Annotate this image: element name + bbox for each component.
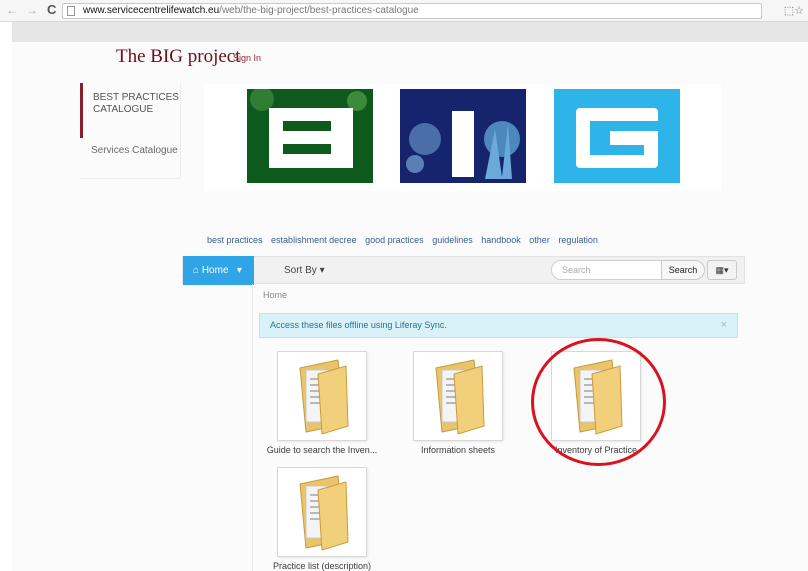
browser-window: ← → C www.servicecentrelifewatch.eu/web/… [0, 0, 808, 571]
tag-link[interactable]: guidelines [432, 235, 473, 245]
sort-by-label: Sort By [284, 265, 317, 276]
sync-alert: Access these files offline using Liferay… [259, 313, 738, 338]
folder-title[interactable]: Guide to search the Inven... [263, 445, 381, 455]
folder-icon[interactable] [413, 351, 503, 441]
page-icon [67, 6, 75, 16]
display-style-button[interactable]: ▦▾ [707, 260, 737, 280]
sidenav-item-best-practices[interactable]: BEST PRACTICES CATALOGUE [80, 83, 180, 138]
top-band [12, 22, 808, 42]
logo-tile-i [400, 89, 526, 183]
left-column [182, 284, 253, 571]
folder-icon[interactable] [277, 351, 367, 441]
tag-cloud: best practices establishment decree good… [207, 235, 604, 245]
tag-link[interactable]: best practices [207, 235, 263, 245]
folder-entry[interactable]: Guide to search the Inven... [263, 351, 381, 455]
tag-link[interactable]: establishment decree [271, 235, 357, 245]
folder-icon[interactable] [277, 467, 367, 557]
search-input[interactable]: Search [551, 260, 662, 280]
documents-toolbar: ⌂ Home ▾ Sort By ▾ Search Search ▦▾ [182, 256, 745, 285]
home-icon: ⌂ [193, 265, 200, 276]
logo-tile-g [554, 89, 680, 183]
caret-down-icon: ▾ [319, 265, 325, 276]
home-button[interactable]: ⌂ Home ▾ [183, 256, 254, 285]
browser-toolbar: ← → C www.servicecentrelifewatch.eu/web/… [0, 0, 808, 22]
highlight-circle [531, 338, 666, 466]
breadcrumb[interactable]: Home [263, 290, 287, 300]
folder-title[interactable]: Information sheets [399, 445, 517, 455]
folder-title[interactable]: Practice list (description) [263, 561, 381, 571]
home-label: Home [201, 265, 229, 276]
side-navigation: BEST PRACTICES CATALOGUE Services Catalo… [80, 83, 181, 179]
close-icon[interactable]: × [721, 314, 727, 337]
search-button[interactable]: Search [661, 260, 705, 280]
address-bar[interactable]: www.servicecentrelifewatch.eu/web/the-bi… [62, 3, 762, 19]
tag-link[interactable]: good practices [365, 235, 424, 245]
reload-icon[interactable]: C [47, 3, 56, 17]
tag-link[interactable]: regulation [558, 235, 598, 245]
back-arrow-icon[interactable]: ← [6, 3, 18, 17]
site-title[interactable]: The BIG project [116, 46, 241, 68]
folder-entry[interactable]: Practice list (description) [263, 467, 381, 571]
sign-in-link[interactable]: Sign In [233, 53, 261, 63]
logo-tile-b [247, 89, 373, 183]
sort-by-dropdown[interactable]: Sort By ▾ [284, 265, 325, 276]
tag-link[interactable]: handbook [481, 235, 521, 245]
alert-text: Access these files offline using Liferay… [270, 320, 447, 330]
folder-entry[interactable]: Information sheets [399, 351, 517, 455]
tag-link[interactable]: other [529, 235, 550, 245]
sidenav-item-services[interactable]: Services Catalogue [80, 145, 180, 157]
caret-down-icon: ▾ [231, 265, 242, 276]
translate-star-icon[interactable]: ⬚☆ [784, 4, 804, 17]
big-logo [204, 84, 721, 191]
url-text: www.servicecentrelifewatch.eu/web/the-bi… [83, 5, 419, 16]
forward-arrow-icon[interactable]: → [26, 3, 38, 17]
grid-icon: ▦▾ [715, 265, 729, 275]
